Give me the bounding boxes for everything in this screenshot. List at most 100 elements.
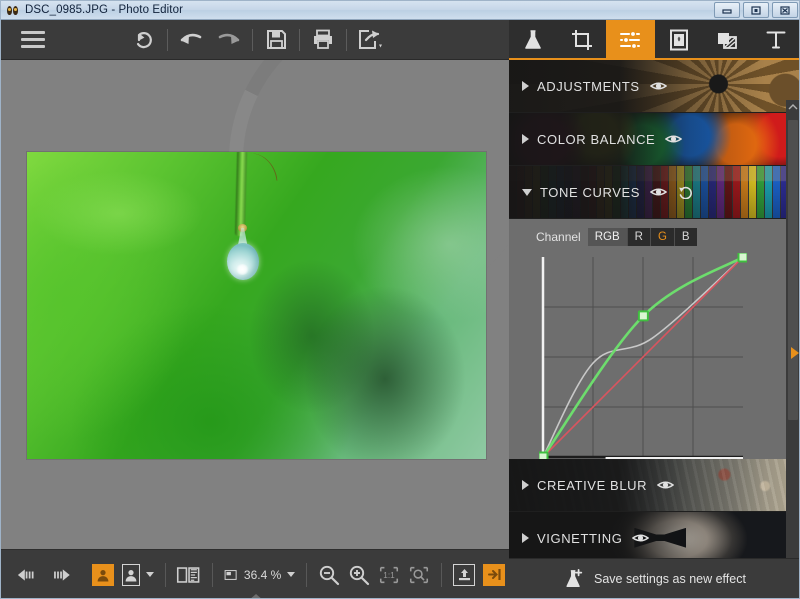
menu-bar-3 <box>21 45 45 48</box>
channel-g[interactable]: G <box>651 228 675 246</box>
upload-icon <box>453 563 476 586</box>
section-tone-curves[interactable]: TONE CURVES <box>509 166 799 219</box>
reset-section-icon <box>679 186 692 199</box>
channel-buttons: RGB R G B <box>587 228 697 246</box>
restore-button[interactable] <box>743 2 769 18</box>
photo-editor-window: DSC_0985.JPG - Photo Editor 36.4 % 1:1 A… <box>0 0 800 599</box>
floppy-disk-icon <box>266 30 286 49</box>
adjustment-sections: ADJUSTMENTS COLOR BALANCE TONE CURVES Ch… <box>509 60 799 558</box>
tab-text[interactable] <box>752 20 800 60</box>
scrollbar-track[interactable] <box>786 114 799 558</box>
export-button[interactable] <box>351 20 389 60</box>
printer-icon <box>314 29 332 49</box>
undo-button[interactable] <box>172 20 210 60</box>
section-creative-blur[interactable]: CREATIVE BLUR <box>509 459 799 512</box>
sliders-icon <box>620 30 641 50</box>
channel-label: Channel <box>536 230 581 244</box>
frame-icon <box>669 29 688 51</box>
scrollbar-thumb[interactable] <box>788 120 798 420</box>
reset-button[interactable] <box>125 20 163 60</box>
text-t-icon <box>766 31 786 49</box>
crop-icon <box>571 30 592 50</box>
reset-arrow-icon <box>136 31 152 48</box>
close-button[interactable] <box>772 2 798 18</box>
tab-effects[interactable] <box>509 20 558 60</box>
print-button[interactable] <box>304 20 342 60</box>
next-image-button[interactable] <box>44 558 75 592</box>
title-bar: DSC_0985.JPG - Photo Editor <box>1 1 799 20</box>
section-color-balance[interactable]: COLOR BALANCE <box>509 113 799 166</box>
section-title: TONE CURVES <box>540 184 641 200</box>
tab-frames[interactable] <box>655 20 704 60</box>
redo-arrow-icon <box>218 33 240 44</box>
panel-scrollbar[interactable] <box>786 100 799 558</box>
svg-text:1:1: 1:1 <box>383 571 395 580</box>
bottom-separator <box>306 562 308 587</box>
minimize-button[interactable] <box>714 2 740 18</box>
redo-button[interactable] <box>210 20 248 60</box>
eye-icon <box>649 82 667 90</box>
chevron-right-icon[interactable] <box>522 533 529 543</box>
chevron-right-icon[interactable] <box>522 81 529 91</box>
tab-crop[interactable] <box>558 20 607 60</box>
toolbar-separator <box>346 28 347 51</box>
toolbar-separator <box>167 28 168 51</box>
chevron-down-icon[interactable] <box>522 188 532 196</box>
section-adjustments[interactable]: ADJUSTMENTS <box>509 60 799 113</box>
prev-arrow-icon <box>18 568 34 581</box>
eye-icon <box>665 135 683 143</box>
right-panel: ADJUSTMENTS COLOR BALANCE TONE CURVES Ch… <box>509 20 800 598</box>
channel-b[interactable]: B <box>675 228 697 246</box>
panel-collapse-marker[interactable] <box>791 347 799 359</box>
tone-curve-editor[interactable]: Channel RGB R G B <box>509 219 799 461</box>
bottom-toolbar: 36.4 % 1:1 <box>1 549 509 598</box>
save-effect-label: Save settings as new effect <box>594 572 746 586</box>
section-title: COLOR BALANCE <box>537 131 656 147</box>
export-image-button[interactable] <box>479 558 509 592</box>
tab-texture[interactable] <box>703 20 752 60</box>
toolbar-buttons <box>125 20 389 60</box>
zoom-out-button[interactable] <box>314 558 344 592</box>
tab-adjustments[interactable] <box>606 20 655 60</box>
zoom-level-control[interactable]: 36.4 % <box>220 558 300 592</box>
save-effect-button[interactable]: Save settings as new effect <box>509 558 799 598</box>
panel-tabs <box>509 20 800 60</box>
flask-icon <box>525 30 542 49</box>
channel-r[interactable]: R <box>628 228 651 246</box>
menu-bar-1 <box>21 31 45 34</box>
eye-icon <box>657 481 675 489</box>
section-vignetting[interactable]: VIGNETTING <box>509 512 799 558</box>
split-view-button[interactable] <box>172 558 204 592</box>
curve-canvas[interactable] <box>539 253 747 461</box>
save-button[interactable] <box>257 20 295 60</box>
toolbar-separator <box>252 28 253 51</box>
chevron-right-icon[interactable] <box>522 134 529 144</box>
upload-button[interactable] <box>449 558 479 592</box>
zoom-dropdown-icon[interactable] <box>287 572 296 577</box>
chevron-right-icon[interactable] <box>522 480 529 490</box>
actual-size-button[interactable]: 1:1 <box>374 558 404 592</box>
single-view-button[interactable] <box>88 558 118 592</box>
scroll-up-button[interactable] <box>788 100 798 114</box>
main-toolbar <box>1 20 509 60</box>
curve-plot[interactable] <box>539 253 747 461</box>
panel-resize-handle[interactable] <box>249 594 263 598</box>
photo-image[interactable] <box>27 152 486 459</box>
bottom-separator <box>164 562 166 587</box>
prev-image-button[interactable] <box>13 558 44 592</box>
image-canvas[interactable] <box>1 60 509 549</box>
menu-button[interactable] <box>13 20 53 60</box>
export-share-icon <box>359 30 382 49</box>
channel-rgb[interactable]: RGB <box>587 228 628 246</box>
zoom-level-icon <box>224 569 237 580</box>
eye-icon <box>650 188 668 196</box>
section-title: CREATIVE BLUR <box>537 477 648 493</box>
compare-view-dropdown-icon[interactable] <box>145 572 154 577</box>
bottom-separator <box>441 562 443 587</box>
next-arrow-icon <box>53 568 70 581</box>
window-title: DSC_0985.JPG - Photo Editor <box>25 4 184 16</box>
zoom-in-button[interactable] <box>344 558 374 592</box>
one-to-one-icon: 1:1 <box>380 566 399 583</box>
compare-view-button[interactable] <box>118 558 157 592</box>
fit-screen-button[interactable] <box>404 558 434 592</box>
